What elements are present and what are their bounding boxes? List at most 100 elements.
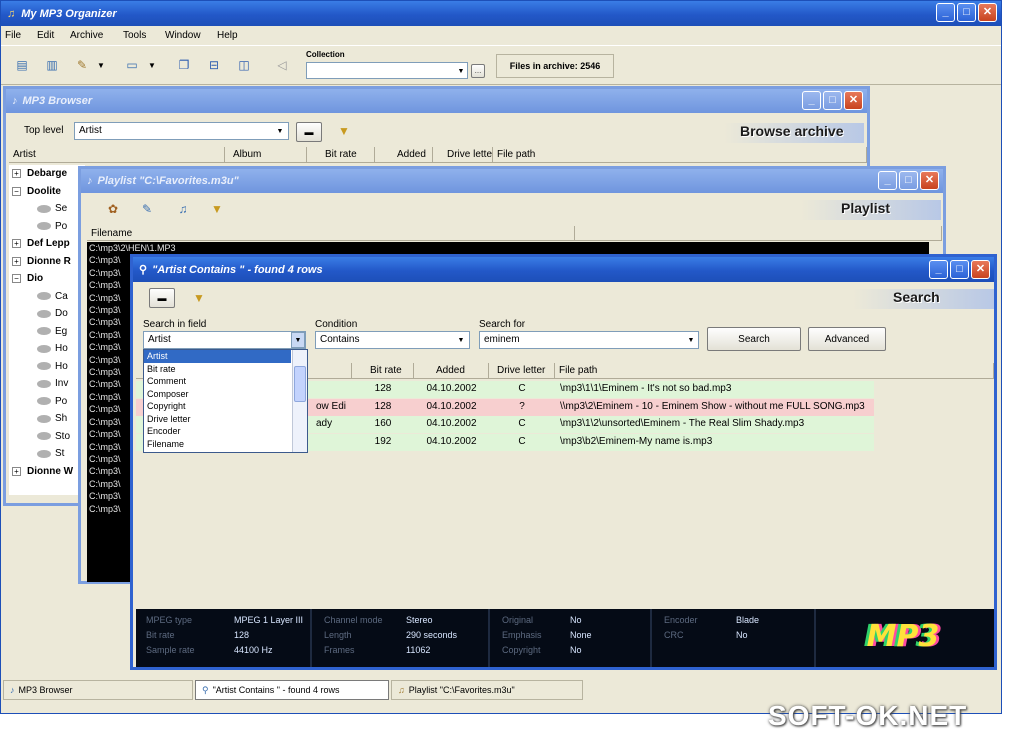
chevron-down-icon[interactable]: ▼ <box>455 333 467 347</box>
field-option[interactable]: Filename <box>144 438 291 451</box>
tile-vertical-icon[interactable]: ◫ <box>233 54 255 76</box>
tree-artist-item[interactable]: + Def Lepp <box>9 235 85 253</box>
col-file-path[interactable]: File path <box>555 363 994 379</box>
collapse-icon[interactable]: − <box>12 274 21 284</box>
col-bitrate[interactable]: Bit rate <box>352 363 414 379</box>
search-for-input[interactable]: eminem <box>479 331 699 349</box>
browse-refresh-button[interactable]: ▬ <box>296 122 322 142</box>
menu-help[interactable]: Help <box>217 30 238 41</box>
browser-maximize-button[interactable]: □ <box>823 91 842 110</box>
tab-playlist[interactable]: ♫ Playlist "C:\Favorites.m3u" <box>391 680 583 700</box>
field-option[interactable]: Drive letter <box>144 413 291 426</box>
chevron-down-icon[interactable]: ▼ <box>274 124 286 138</box>
chevron-down-icon[interactable]: ▼ <box>685 333 697 347</box>
field-option[interactable]: Composer <box>144 388 291 401</box>
menu-tools[interactable]: Tools <box>123 30 165 41</box>
col-filename[interactable]: Filename <box>87 226 575 241</box>
tree-child-item[interactable]: Se <box>9 200 85 218</box>
tree-child-item[interactable]: Inv <box>9 375 85 393</box>
close-button[interactable]: ✕ <box>978 3 997 22</box>
open-archive-icon[interactable]: ▥ <box>41 54 63 76</box>
cascade-icon[interactable]: ❐ <box>173 54 195 76</box>
tree-artist-item[interactable]: − Doolite <box>9 183 85 201</box>
window-icon[interactable]: ▭ <box>121 54 143 76</box>
col-artist[interactable]: Artist <box>9 147 225 163</box>
tree-child-item[interactable]: Ho <box>9 358 85 376</box>
filter-icon[interactable]: ▼ <box>209 199 225 219</box>
dropdown-scrollbar[interactable] <box>292 350 307 452</box>
tree-artist-item[interactable]: + Dionne R <box>9 253 85 271</box>
playlist-minimize-button[interactable]: _ <box>878 171 897 190</box>
search-title-bar[interactable]: ⚲ "Artist Contains " - found 4 rows _ □ … <box>133 257 994 282</box>
field-options-dropdown[interactable]: Artist Bit rate Comment Composer Copyright Dr… <box>143 349 308 453</box>
expand-icon[interactable]: + <box>12 466 21 476</box>
col-drive-letter[interactable]: Drive letter <box>433 147 493 163</box>
playlist-close-button[interactable]: ✕ <box>920 171 939 190</box>
browser-close-button[interactable]: ✕ <box>844 91 863 110</box>
field-option[interactable]: Bit rate <box>144 363 291 376</box>
collapse-icon[interactable]: − <box>12 186 21 196</box>
tab-search-results[interactable]: ⚲ "Artist Contains " - found 4 rows <box>195 680 389 700</box>
filter-icon[interactable]: ▼ <box>191 289 207 307</box>
search-button[interactable]: Search <box>707 327 801 351</box>
menu-file[interactable]: File <box>5 30 37 41</box>
tree-child-item[interactable]: Sh <box>9 410 85 428</box>
field-option[interactable]: Copyright <box>144 400 291 413</box>
field-option[interactable]: Encoder <box>144 425 291 438</box>
field-option[interactable]: Comment <box>144 375 291 388</box>
scrollbar-thumb[interactable] <box>294 366 306 402</box>
expand-icon[interactable]: + <box>12 256 21 266</box>
col-added[interactable]: Added <box>375 147 433 163</box>
tree-child-item[interactable]: Ho <box>9 340 85 358</box>
tree-child-item[interactable]: Eg <box>9 323 85 341</box>
col-album[interactable]: Album <box>225 147 307 163</box>
tab-mp3-browser[interactable]: ♪ MP3 Browser <box>3 680 193 700</box>
tree-artist-item[interactable]: + Debarge <box>9 165 85 183</box>
browser-title-bar[interactable]: ♪ MP3 Browser _ □ ✕ <box>6 89 867 113</box>
tree-child-item[interactable]: Sto <box>9 428 85 446</box>
chevron-down-icon[interactable]: ▼ <box>291 332 305 348</box>
chevron-down-icon[interactable]: ▼ <box>456 64 466 78</box>
filter-icon[interactable]: ▼ <box>336 122 352 140</box>
tools-icon[interactable]: ✎ <box>71 54 93 76</box>
tree-child-item[interactable]: Do <box>9 305 85 323</box>
expand-icon[interactable]: + <box>12 239 21 249</box>
music-note-icon[interactable]: ♫ <box>173 199 193 219</box>
top-level-select[interactable]: Artist <box>74 122 289 140</box>
collection-select[interactable] <box>306 62 468 79</box>
search-close-button[interactable]: ✕ <box>971 260 990 279</box>
condition-select[interactable]: Contains <box>315 331 470 349</box>
menu-window[interactable]: Window <box>165 30 217 41</box>
dropdown-arrow-icon[interactable]: ▼ <box>96 54 106 76</box>
col-added[interactable]: Added <box>414 363 489 379</box>
playlist-row[interactable]: C:\mp3\2\HEN\1.MP3 <box>89 242 929 254</box>
maximize-button[interactable]: □ <box>957 3 976 22</box>
speaker-icon[interactable]: ◁ <box>271 54 293 76</box>
expand-icon[interactable]: + <box>12 169 21 179</box>
playlist-title-bar[interactable]: ♪ Playlist "C:\Favorites.m3u" _ □ ✕ <box>81 169 943 193</box>
dropdown-arrow-icon[interactable]: ▼ <box>147 54 157 76</box>
search-minimize-button[interactable]: _ <box>929 260 948 279</box>
search-maximize-button[interactable]: □ <box>950 260 969 279</box>
tree-artist-item[interactable]: − Dio <box>9 270 85 288</box>
menu-edit[interactable]: Edit <box>37 30 70 41</box>
minimize-button[interactable]: _ <box>936 3 955 22</box>
new-archive-icon[interactable]: ▤ <box>11 54 33 76</box>
search-run-icon-button[interactable]: ▬ <box>149 288 175 308</box>
menu-archive[interactable]: Archive <box>70 30 123 41</box>
browser-minimize-button[interactable]: _ <box>802 91 821 110</box>
playlist-maximize-button[interactable]: □ <box>899 171 918 190</box>
tree-child-item[interactable]: Po <box>9 393 85 411</box>
tree-child-item[interactable]: Ca <box>9 288 85 306</box>
col-bitrate[interactable]: Bit rate <box>307 147 375 163</box>
edit-icon[interactable]: ✎ <box>137 199 157 219</box>
tree-artist-item[interactable]: + Dionne W <box>9 463 85 481</box>
tile-horizontal-icon[interactable]: ⊟ <box>203 54 225 76</box>
tree-child-item[interactable]: Po <box>9 218 85 236</box>
col-drive-letter[interactable]: Drive letter <box>489 363 555 379</box>
col-file-path[interactable]: File path <box>493 147 867 163</box>
search-in-field-select[interactable]: Artist <box>143 331 306 349</box>
field-option[interactable]: Artist <box>144 350 291 363</box>
advanced-button[interactable]: Advanced <box>808 327 886 351</box>
collection-browse-button[interactable]: … <box>471 64 485 78</box>
